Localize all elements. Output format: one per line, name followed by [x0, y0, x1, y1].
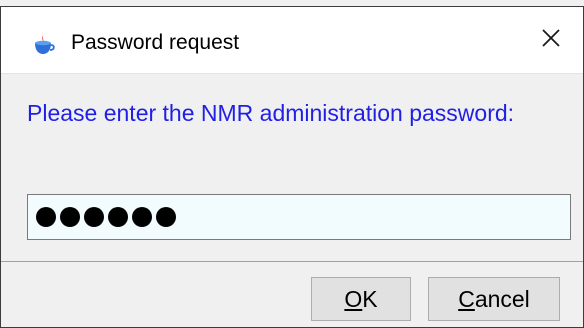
password-mask: [36, 207, 176, 227]
password-dot: [108, 207, 128, 227]
password-dot: [132, 207, 152, 227]
cancel-button[interactable]: Cancel: [428, 277, 560, 321]
dialog-content: Please enter the NMR administration pass…: [1, 73, 583, 261]
password-dot: [84, 207, 104, 227]
password-prompt-label: Please enter the NMR administration pass…: [27, 100, 515, 126]
title-bar[interactable]: Password request: [1, 7, 583, 73]
cancel-label-rest: ancel: [474, 285, 530, 312]
password-dot: [60, 207, 80, 227]
ok-mnemonic: O: [344, 285, 363, 312]
java-cup-icon: [31, 31, 55, 55]
password-request-dialog: Password request Please enter the NMR ad…: [0, 6, 584, 328]
ok-label-rest: K: [362, 285, 378, 312]
ok-button[interactable]: OK: [311, 277, 411, 321]
password-field[interactable]: [27, 194, 571, 240]
password-dot: [156, 207, 176, 227]
close-icon: [541, 28, 561, 53]
password-dot: [36, 207, 56, 227]
button-bar: OK Cancel: [1, 262, 583, 327]
close-button[interactable]: [519, 7, 583, 73]
cancel-mnemonic: C: [458, 285, 475, 312]
window-title: Password request: [71, 31, 240, 54]
